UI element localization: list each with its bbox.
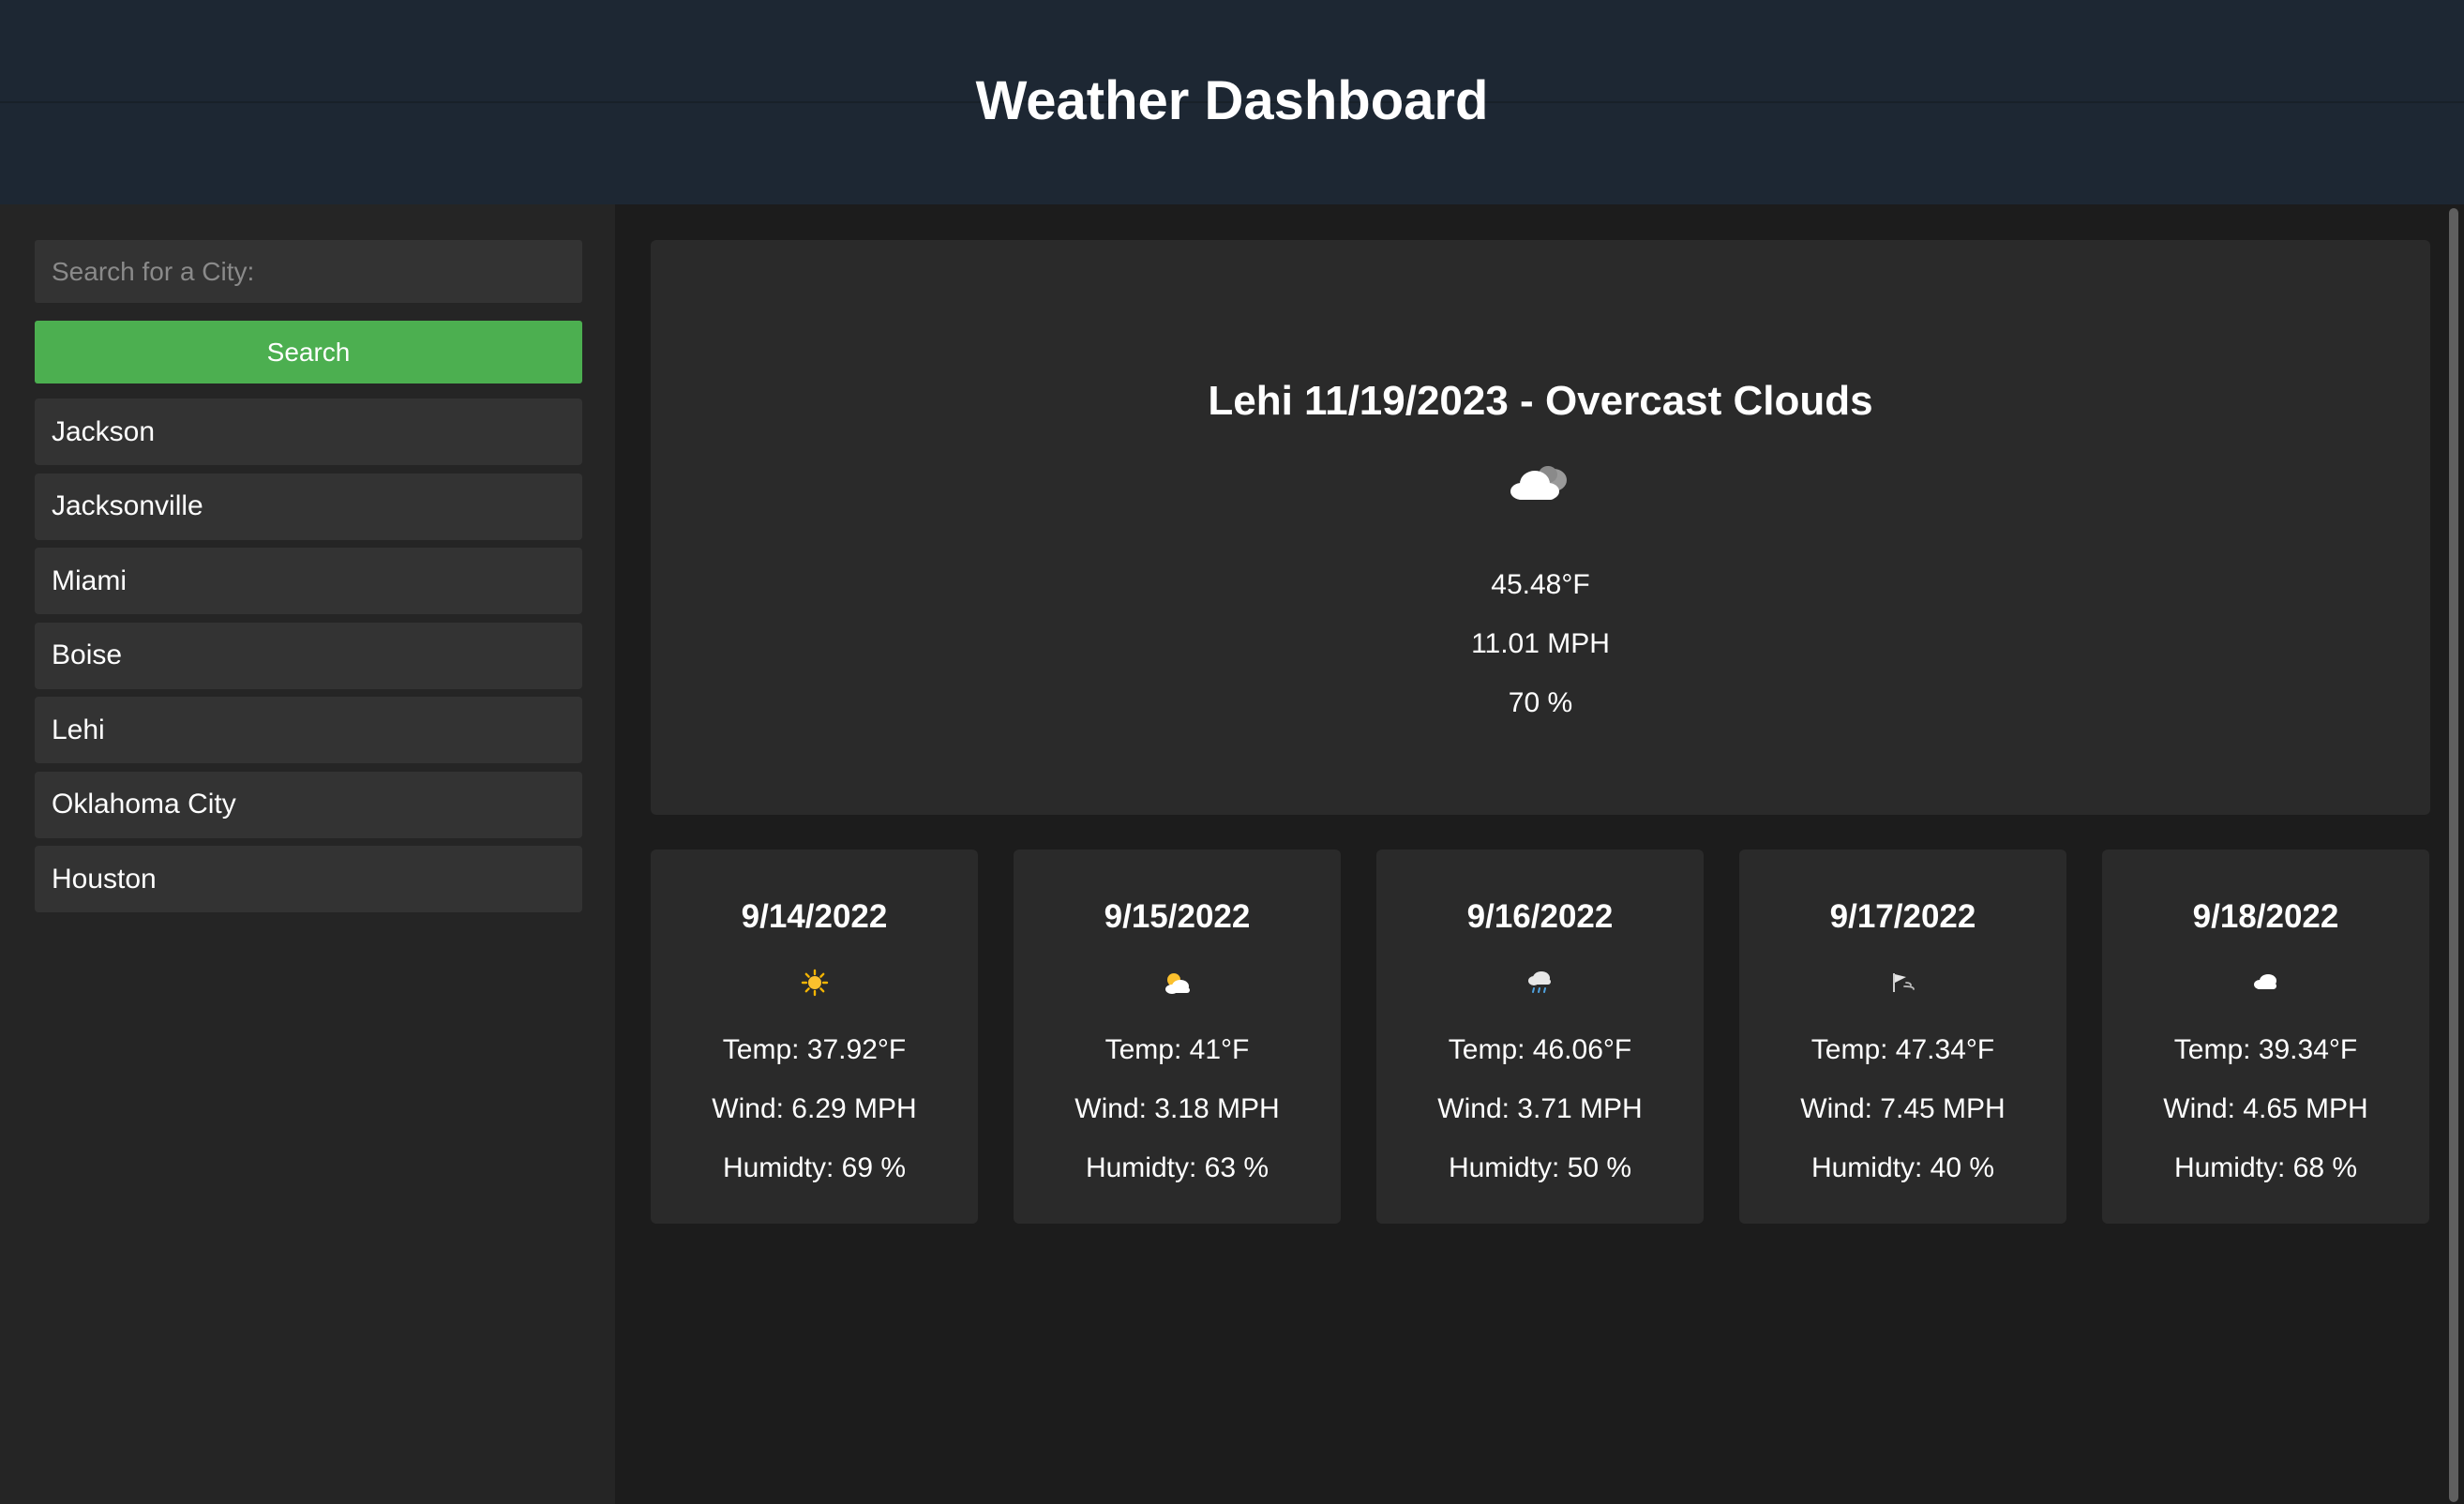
forecast-temp: Temp: 37.92°F [722, 1034, 907, 1065]
search-input[interactable] [35, 240, 582, 303]
page-title: Weather Dashboard [975, 69, 1489, 131]
forecast-wind: Wind: 4.65 MPH [2163, 1093, 2368, 1124]
history-item-jackson[interactable]: Jackson [35, 399, 582, 465]
forecast-date: 9/15/2022 [1104, 898, 1251, 935]
forecast-temp: Temp: 39.34°F [2173, 1034, 2358, 1065]
cloud-icon [2102, 964, 2429, 1001]
forecast-wind: Wind: 3.71 MPH [1437, 1093, 1643, 1124]
search-history-list: Jackson Jacksonville Miami Boise Lehi Ok… [35, 399, 582, 921]
forecast-card: 9/16/2022 Temp: 46.06°F Wind: 3.71 MPH H… [1376, 850, 1704, 1224]
scrollbar-thumb[interactable] [2449, 208, 2458, 1502]
history-item-miami[interactable]: Miami [35, 548, 582, 614]
overcast-clouds-icon [651, 444, 2430, 519]
forecast-date: 9/16/2022 [1466, 898, 1614, 935]
rain-icon [1376, 964, 1704, 1001]
forecast-humidity: Humidty: 50 % [1448, 1152, 1632, 1183]
forecast-humidity: Humidty: 63 % [1085, 1152, 1270, 1183]
forecast-card: 9/18/2022 Temp: 39.34°F Wind: 4.65 MPH H… [2102, 850, 2429, 1224]
forecast-temp: Temp: 46.06°F [1448, 1034, 1632, 1065]
history-item-oklahoma-city[interactable]: Oklahoma City [35, 771, 582, 838]
forecast-temp: Temp: 41°F [1104, 1034, 1250, 1065]
forecast-date: 9/18/2022 [2192, 898, 2339, 935]
current-temp: 45.48°F [1491, 569, 1590, 600]
search-button[interactable]: Search [35, 321, 582, 384]
forecast-humidity: Humidty: 40 % [1810, 1152, 1995, 1183]
forecast-humidity: Humidty: 69 % [722, 1152, 907, 1183]
forecast-card: 9/14/2022 Temp: 37.92°F Wind: 6.29 MPH H… [651, 850, 978, 1224]
main-content: Lehi 11/19/2023 - Overcast Clouds 45.48°… [615, 204, 2464, 1504]
partly-cloudy-icon [1014, 964, 1341, 1001]
forecast-card: 9/15/2022 Temp: 41°F Wind: 3.18 MPH Humi… [1014, 850, 1341, 1224]
wind-icon [1739, 964, 2066, 1001]
history-item-boise[interactable]: Boise [35, 622, 582, 689]
scrollbar[interactable] [2445, 204, 2464, 1504]
forecast-card: 9/17/2022 Temp: 47.34°F Wind: 7.45 MPH H… [1739, 850, 2066, 1224]
history-item-lehi[interactable]: Lehi [35, 697, 582, 763]
current-weather-title: Lehi 11/19/2023 - Overcast Clouds [1208, 378, 1873, 424]
history-item-jacksonville[interactable]: Jacksonville [35, 473, 582, 540]
forecast-temp: Temp: 47.34°F [1810, 1034, 1995, 1065]
sun-icon [651, 964, 978, 1001]
current-wind: 11.01 MPH [1471, 628, 1610, 659]
current-humidity: 70 % [1508, 687, 1573, 718]
forecast-date: 9/17/2022 [1829, 898, 1976, 935]
history-item-houston[interactable]: Houston [35, 846, 582, 912]
forecast-wind: Wind: 7.45 MPH [1800, 1093, 2006, 1124]
forecast-wind: Wind: 3.18 MPH [1074, 1093, 1280, 1124]
forecast-date: 9/14/2022 [741, 898, 888, 935]
forecast-humidity: Humidty: 68 % [2173, 1152, 2358, 1183]
app-header: Weather Dashboard [0, 0, 2464, 204]
sidebar: Search Jackson Jacksonville Miami Boise … [0, 204, 615, 1504]
forecast-wind: Wind: 6.29 MPH [712, 1093, 917, 1124]
current-weather-card: Lehi 11/19/2023 - Overcast Clouds 45.48°… [651, 240, 2430, 815]
